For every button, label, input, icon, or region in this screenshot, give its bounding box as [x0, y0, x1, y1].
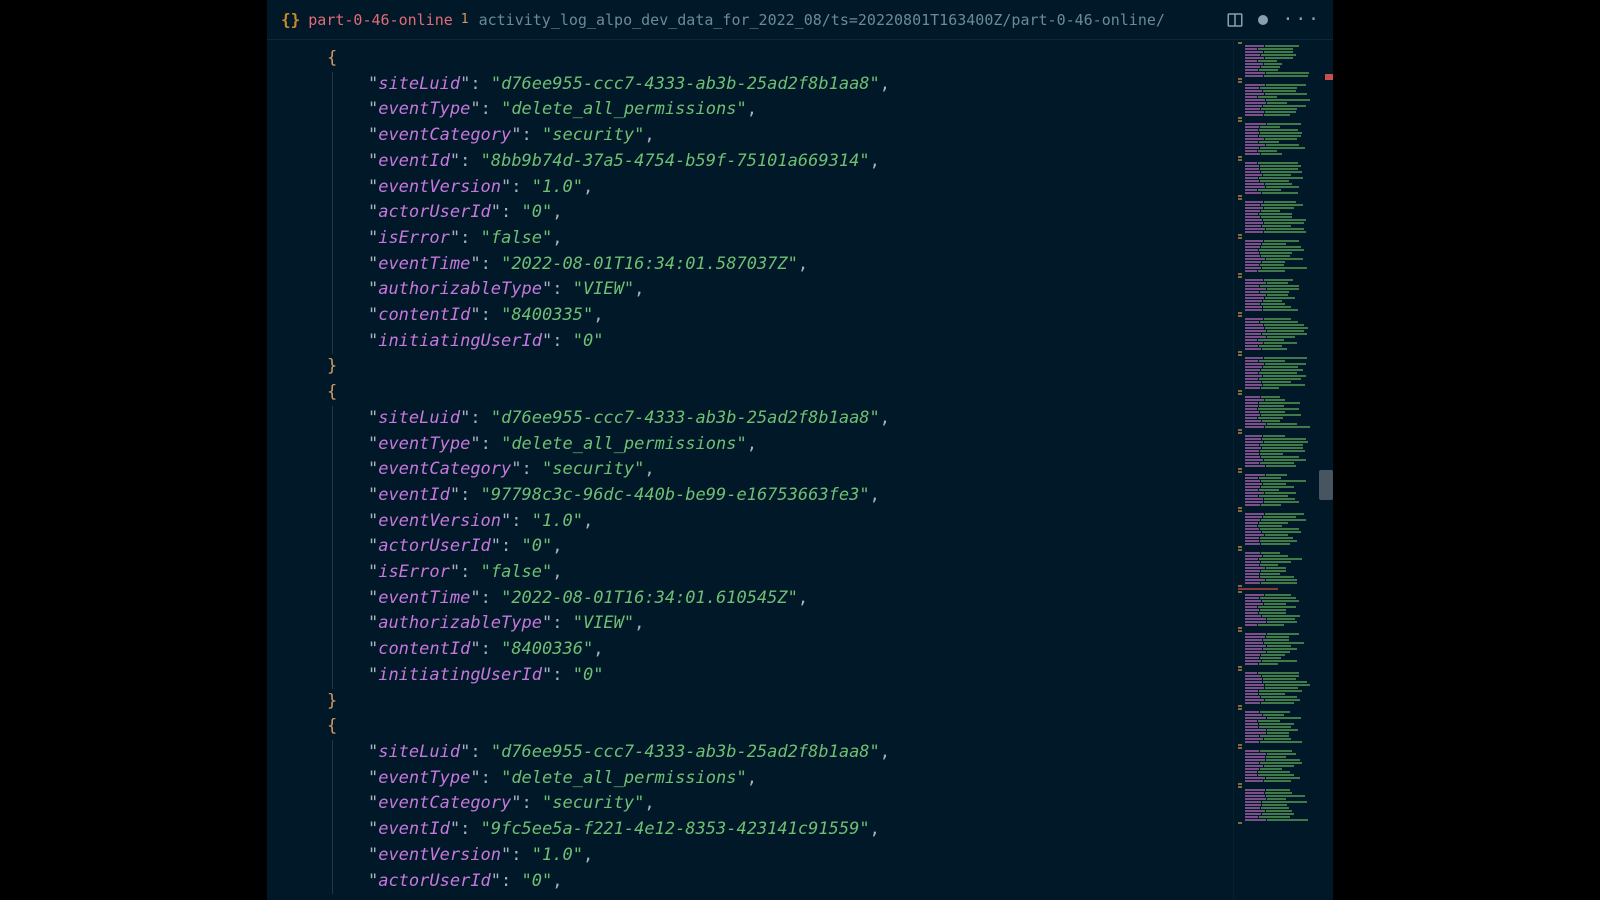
editor-area: { "siteLuid": "d76ee955-ccc7-4333-ab3b-2…: [267, 40, 1333, 900]
code-line[interactable]: "eventCategory": "security",: [267, 791, 1233, 817]
code-line[interactable]: "siteLuid": "d76ee955-ccc7-4333-ab3b-25a…: [267, 740, 1233, 766]
code-line[interactable]: "actorUserId": "0",: [267, 869, 1233, 895]
split-editor-icon[interactable]: [1226, 11, 1244, 29]
code-line[interactable]: "eventType": "delete_all_permissions",: [267, 97, 1233, 123]
tab-bar: {} part-0-46-online 1 activity_log_alpo_…: [267, 0, 1333, 40]
code-line[interactable]: "eventCategory": "security",: [267, 123, 1233, 149]
code-line[interactable]: "eventType": "delete_all_permissions",: [267, 432, 1233, 458]
minimap-viewport[interactable]: [1319, 470, 1333, 500]
code-line[interactable]: "eventId": "9fc5ee5a-f221-4e12-8353-4231…: [267, 817, 1233, 843]
editor-frame: {} part-0-46-online 1 activity_log_alpo_…: [267, 0, 1333, 900]
code-line[interactable]: "eventTime": "2022-08-01T16:34:01.587037…: [267, 252, 1233, 278]
code-line[interactable]: "actorUserId": "0",: [267, 200, 1233, 226]
code-line[interactable]: "eventVersion": "1.0",: [267, 509, 1233, 535]
code-line[interactable]: "authorizableType": "VIEW",: [267, 277, 1233, 303]
code-line[interactable]: "initiatingUserId": "0": [267, 329, 1233, 355]
minimap-content: [1238, 42, 1323, 900]
code-line[interactable]: "siteLuid": "d76ee955-ccc7-4333-ab3b-25a…: [267, 72, 1233, 98]
code-line[interactable]: "isError": "false",: [267, 560, 1233, 586]
unsaved-indicator-icon[interactable]: [1258, 15, 1268, 25]
code-line[interactable]: {: [267, 714, 1233, 740]
code-line[interactable]: {: [267, 380, 1233, 406]
code-line[interactable]: }: [267, 689, 1233, 715]
code-line[interactable]: "eventType": "delete_all_permissions",: [267, 766, 1233, 792]
code-line[interactable]: "initiatingUserId": "0": [267, 663, 1233, 689]
more-actions-icon[interactable]: ···: [1282, 9, 1321, 30]
code-line[interactable]: "contentId": "8400335",: [267, 303, 1233, 329]
tab-title: part-0-46-online: [308, 11, 453, 29]
code-editor[interactable]: { "siteLuid": "d76ee955-ccc7-4333-ab3b-2…: [267, 40, 1233, 900]
code-line[interactable]: "siteLuid": "d76ee955-ccc7-4333-ab3b-25a…: [267, 406, 1233, 432]
breadcrumb[interactable]: activity_log_alpo_dev_data_for_2022_08/t…: [479, 11, 1227, 29]
tab-problems-badge: 1: [461, 12, 469, 27]
code-line[interactable]: "isError": "false",: [267, 226, 1233, 252]
code-line[interactable]: "actorUserId": "0",: [267, 534, 1233, 560]
editor-tab[interactable]: {} part-0-46-online 1: [275, 0, 475, 39]
tab-actions: ···: [1226, 9, 1325, 30]
minimap-error-marker: [1325, 74, 1333, 80]
code-line[interactable]: }: [267, 354, 1233, 380]
braces-icon: {}: [281, 10, 300, 29]
code-line[interactable]: "eventCategory": "security",: [267, 457, 1233, 483]
code-line[interactable]: "eventId": "97798c3c-96dc-440b-be99-e167…: [267, 483, 1233, 509]
code-line[interactable]: "eventVersion": "1.0",: [267, 175, 1233, 201]
code-line[interactable]: "eventTime": "2022-08-01T16:34:01.610545…: [267, 586, 1233, 612]
code-line[interactable]: "authorizableType": "VIEW",: [267, 611, 1233, 637]
code-line[interactable]: "eventVersion": "1.0",: [267, 843, 1233, 869]
code-line[interactable]: "eventId": "8bb9b74d-37a5-4754-b59f-7510…: [267, 149, 1233, 175]
minimap[interactable]: [1233, 40, 1333, 900]
code-line[interactable]: {: [267, 46, 1233, 72]
code-line[interactable]: "contentId": "8400336",: [267, 637, 1233, 663]
